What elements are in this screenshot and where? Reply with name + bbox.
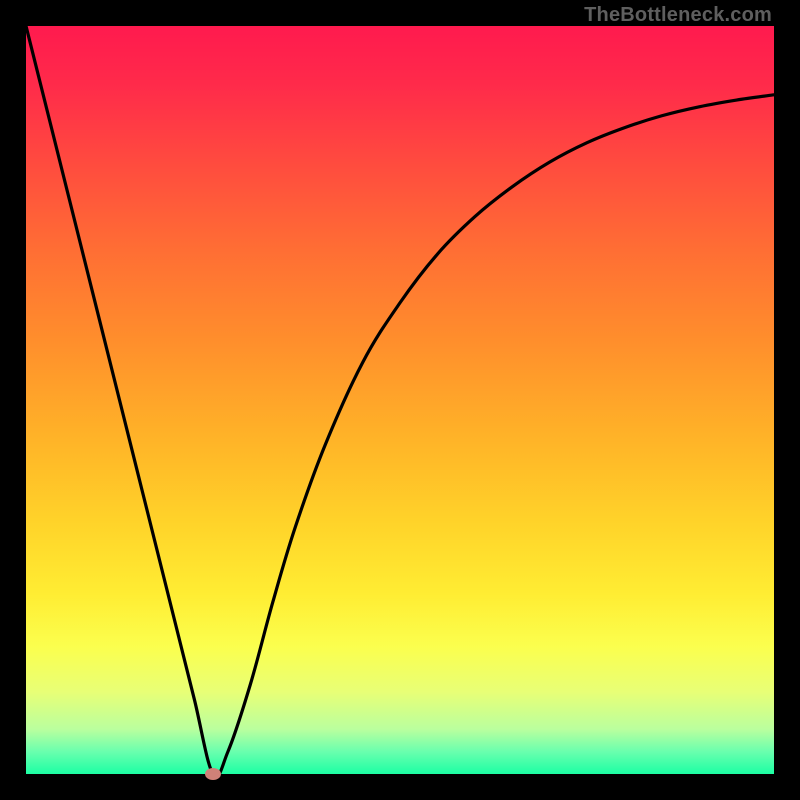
gradient-background (26, 26, 774, 774)
optimal-point-marker (205, 768, 221, 780)
watermark-text: TheBottleneck.com (584, 4, 772, 27)
plot-area (26, 26, 774, 774)
chart-frame (26, 26, 774, 774)
